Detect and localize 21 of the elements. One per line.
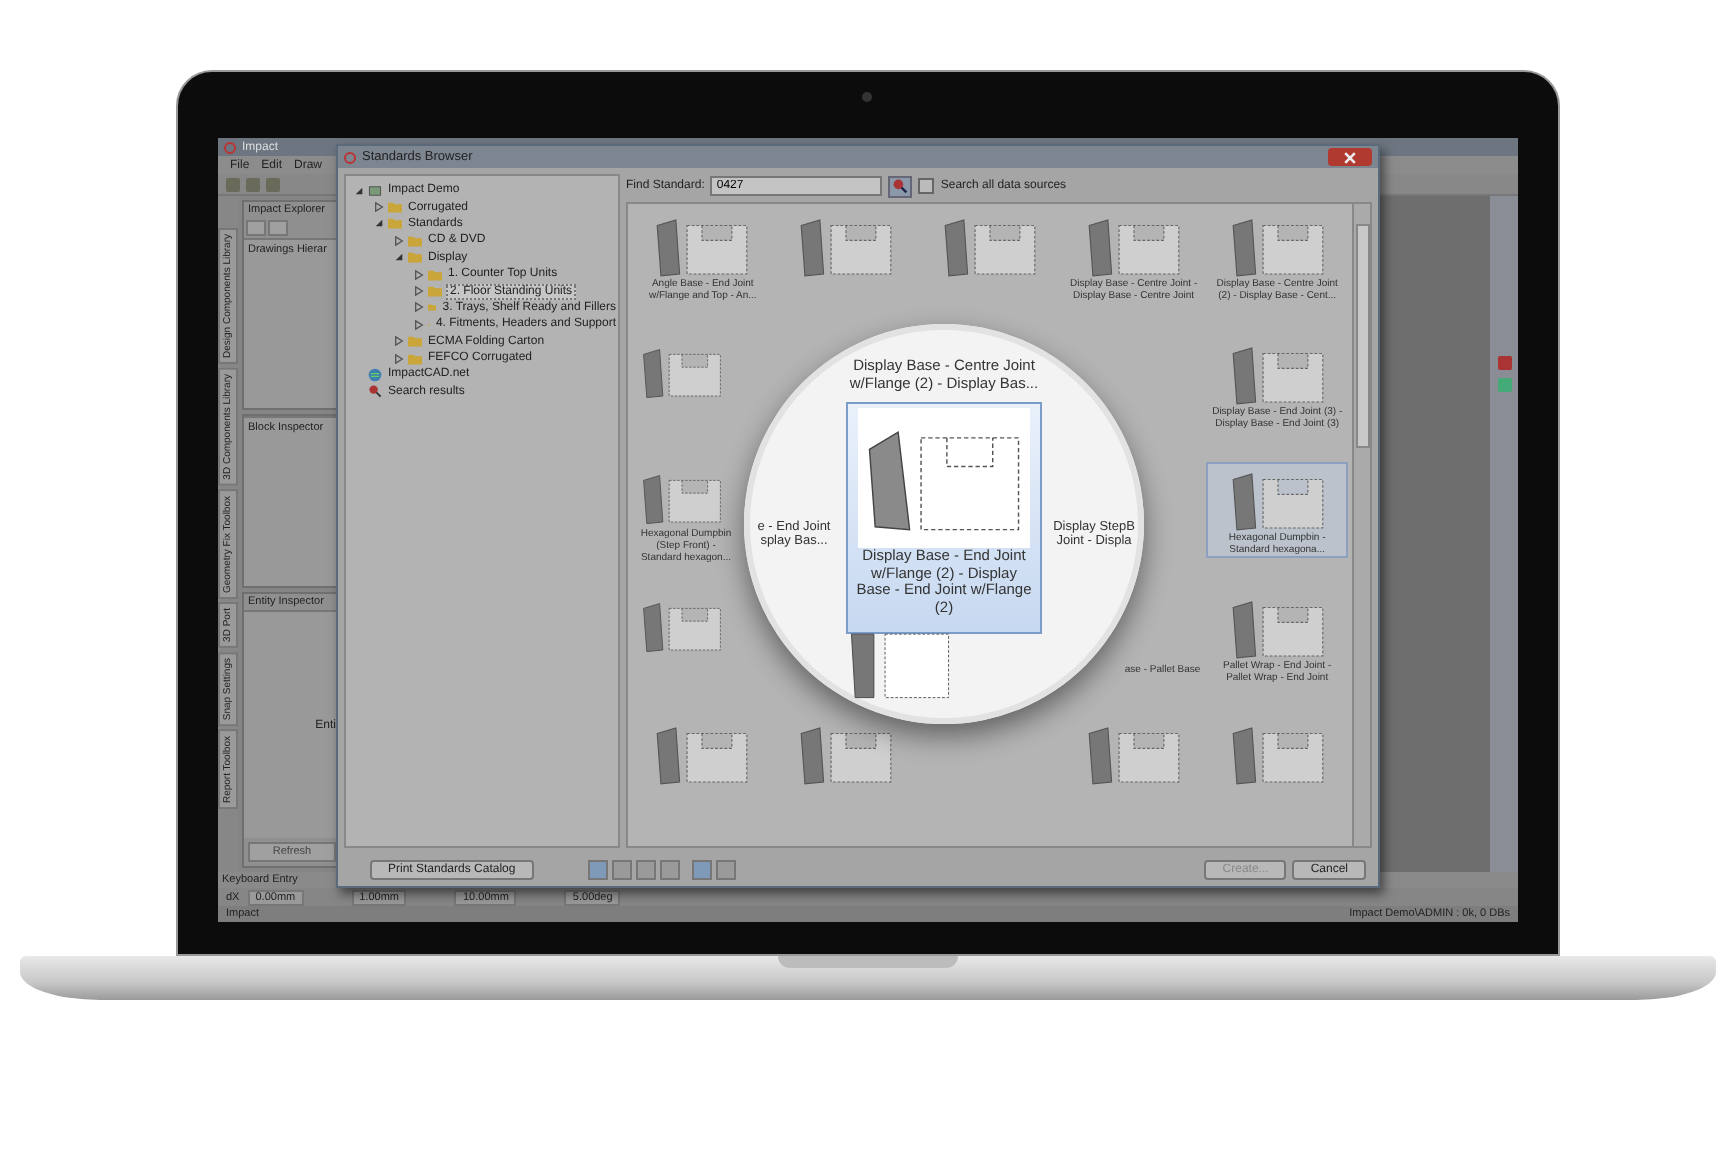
expand-icon[interactable]	[394, 235, 404, 246]
app-logo-icon	[224, 141, 236, 153]
camera-icon	[862, 92, 872, 102]
expand-icon[interactable]	[394, 353, 404, 364]
checkbox[interactable]	[918, 178, 935, 194]
expand-icon[interactable]	[414, 319, 424, 330]
collapse-icon[interactable]	[374, 218, 384, 229]
close-icon[interactable]	[1328, 148, 1372, 166]
search-results-icon	[368, 384, 382, 399]
expand-icon[interactable]	[374, 202, 384, 213]
search-icon[interactable]	[888, 175, 913, 197]
expand-icon[interactable]	[394, 336, 404, 347]
database-icon	[368, 183, 382, 198]
globe-icon	[368, 367, 382, 382]
dialog-logo-icon	[344, 151, 356, 163]
expand-icon[interactable]	[414, 302, 424, 313]
collapse-icon[interactable]	[354, 185, 364, 196]
scrollbar[interactable]	[1352, 204, 1370, 846]
collapse-icon[interactable]	[394, 252, 404, 263]
expand-icon[interactable]	[414, 286, 424, 297]
expand-icon[interactable]	[414, 269, 424, 280]
